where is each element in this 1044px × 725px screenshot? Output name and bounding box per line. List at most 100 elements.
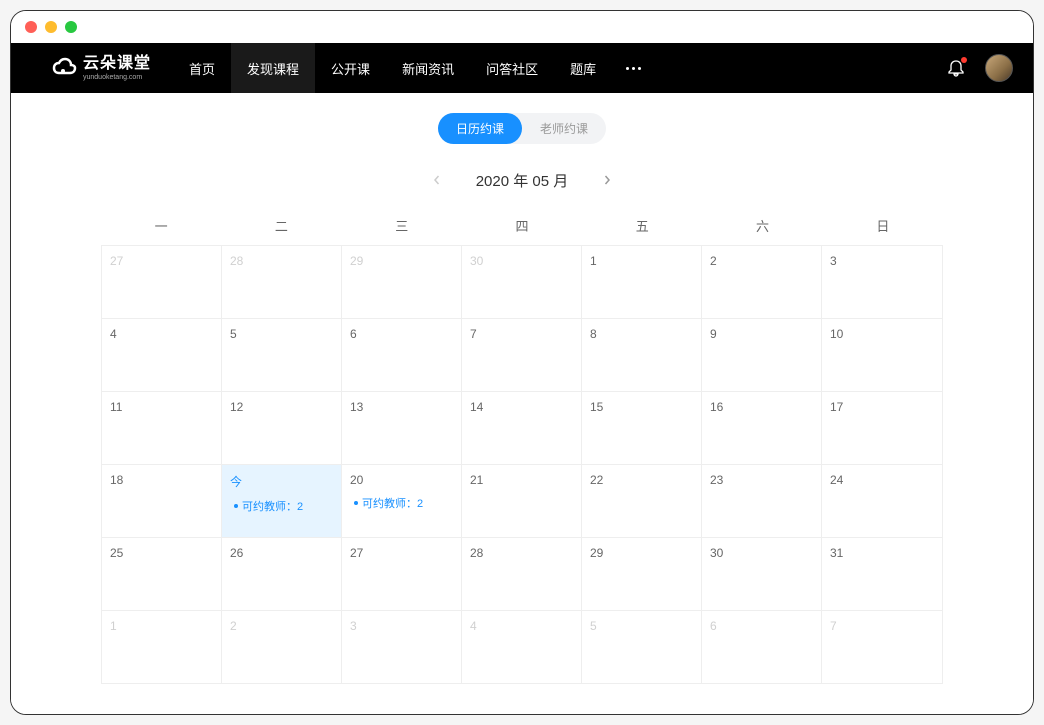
day-number: 4: [110, 327, 213, 341]
header-right: [947, 54, 1013, 82]
calendar-cell[interactable]: 30: [462, 246, 582, 318]
nav-open-class[interactable]: 公开课: [315, 43, 386, 93]
calendar-cell[interactable]: 3: [822, 246, 942, 318]
calendar-cell[interactable]: 29: [582, 538, 702, 610]
tab-calendar-booking[interactable]: 日历约课: [438, 113, 522, 144]
maximize-icon[interactable]: [65, 21, 77, 33]
next-month-button[interactable]: [598, 168, 616, 192]
calendar-cell[interactable]: 24: [822, 465, 942, 537]
calendar-cell[interactable]: 20可约教师：2: [342, 465, 462, 537]
day-number: 30: [470, 254, 573, 268]
calendar-row: 456789 10: [102, 319, 942, 392]
notifications-button[interactable]: [947, 59, 965, 77]
day-number: 27: [110, 254, 213, 268]
calendar-row: 11121314 15 1617: [102, 392, 942, 465]
calendar-cell[interactable]: 29: [342, 246, 462, 318]
user-avatar[interactable]: [985, 54, 1013, 82]
minimize-icon[interactable]: [45, 21, 57, 33]
weekday-header: 一 二 三 四 五 六 日: [101, 212, 943, 239]
calendar-cell[interactable]: 6: [702, 611, 822, 683]
calendar-cell[interactable]: 25: [102, 538, 222, 610]
calendar-cell[interactable]: 4: [462, 611, 582, 683]
day-number: 9: [710, 327, 813, 341]
day-number: 27: [350, 546, 453, 560]
event-label: 可约教师：2: [362, 495, 423, 511]
calendar-cell[interactable]: 2: [222, 611, 342, 683]
calendar-cell[interactable]: 1: [582, 246, 702, 318]
day-number: 6: [350, 327, 453, 341]
logo[interactable]: 云朵课堂 yunduoketang.com: [51, 56, 151, 81]
calendar-cell[interactable]: 12: [222, 392, 342, 464]
calendar-cell[interactable]: 28: [222, 246, 342, 318]
available-teacher-event[interactable]: 可约教师：2: [230, 498, 333, 514]
more-icon: [626, 67, 641, 70]
calendar-cell[interactable]: 13: [342, 392, 462, 464]
calendar-cell[interactable]: 5: [222, 319, 342, 391]
close-icon[interactable]: [25, 21, 37, 33]
calendar-cell[interactable]: 5: [582, 611, 702, 683]
available-teacher-event[interactable]: 可约教师：2: [350, 495, 453, 511]
calendar-cell[interactable]: 27: [102, 246, 222, 318]
day-number: 2: [230, 619, 333, 633]
day-number: 28: [230, 254, 333, 268]
nav-qa-community[interactable]: 问答社区: [470, 43, 554, 93]
day-number: 26: [230, 546, 333, 560]
calendar-cell[interactable]: 16: [702, 392, 822, 464]
calendar-cell[interactable]: 9: [702, 319, 822, 391]
header: 云朵课堂 yunduoketang.com 首页 发现课程 公开课 新闻资讯 问…: [11, 43, 1033, 93]
booking-tabs: 日历约课 老师约课: [61, 113, 983, 144]
calendar-cell[interactable]: 7: [462, 319, 582, 391]
day-number: 3: [350, 619, 453, 633]
calendar-cell[interactable]: 7: [822, 611, 942, 683]
day-number: 29: [590, 546, 693, 560]
day-number: 21: [470, 473, 573, 487]
nav-question-bank[interactable]: 题库: [554, 43, 612, 93]
chevron-left-icon: [432, 175, 442, 185]
day-number: 6: [710, 619, 813, 633]
nav-home[interactable]: 首页: [173, 43, 231, 93]
day-number: 1: [590, 254, 693, 268]
calendar-cell[interactable]: 6: [342, 319, 462, 391]
calendar-cell[interactable]: 今可约教师：2: [222, 465, 342, 537]
calendar-cell[interactable]: 21: [462, 465, 582, 537]
nav-more[interactable]: [612, 43, 655, 93]
day-number: 24: [830, 473, 934, 487]
calendar-cell[interactable]: 11: [102, 392, 222, 464]
calendar-cell[interactable]: 26: [222, 538, 342, 610]
calendar-cell[interactable]: 3: [342, 611, 462, 683]
calendar-cell[interactable]: 30: [702, 538, 822, 610]
weekday-tue: 二: [221, 212, 341, 239]
day-number: 2: [710, 254, 813, 268]
calendar-cell[interactable]: 31: [822, 538, 942, 610]
calendar-cell[interactable]: 23: [702, 465, 822, 537]
event-dot-icon: [354, 501, 358, 505]
calendar-cell[interactable]: 10: [822, 319, 942, 391]
day-number: 15: [590, 400, 693, 414]
calendar-cell[interactable]: 28: [462, 538, 582, 610]
calendar-grid: 27282930123456789101112131415161718今可约教师…: [101, 245, 943, 684]
nav-news[interactable]: 新闻资讯: [386, 43, 470, 93]
calendar-cell[interactable]: 14: [462, 392, 582, 464]
event-dot-icon: [234, 504, 238, 508]
day-number: 23: [710, 473, 813, 487]
calendar-cell[interactable]: 15: [582, 392, 702, 464]
day-number: 3: [830, 254, 934, 268]
calendar-cell[interactable]: 27: [342, 538, 462, 610]
calendar-cell[interactable]: 22: [582, 465, 702, 537]
logo-main: 云朵课堂: [83, 56, 151, 72]
calendar-cell[interactable]: 2: [702, 246, 822, 318]
calendar-row: 25 26 27 28 29 30 31: [102, 538, 942, 611]
calendar-cell[interactable]: 18: [102, 465, 222, 537]
main-content: 日历约课 老师约课 2020 年 05 月 一 二 三 四 五 六: [11, 93, 1033, 714]
calendar-cell[interactable]: 17: [822, 392, 942, 464]
calendar-cell[interactable]: 1: [102, 611, 222, 683]
prev-month-button[interactable]: [428, 168, 446, 192]
tab-teacher-booking[interactable]: 老师约课: [522, 113, 606, 144]
calendar-cell[interactable]: 4: [102, 319, 222, 391]
event-label: 可约教师：2: [242, 498, 303, 514]
month-navigation: 2020 年 05 月: [61, 168, 983, 192]
logo-text: 云朵课堂 yunduoketang.com: [83, 56, 151, 81]
calendar-cell[interactable]: 8: [582, 319, 702, 391]
day-number: 31: [830, 546, 934, 560]
nav-discover-courses[interactable]: 发现课程: [231, 43, 315, 93]
